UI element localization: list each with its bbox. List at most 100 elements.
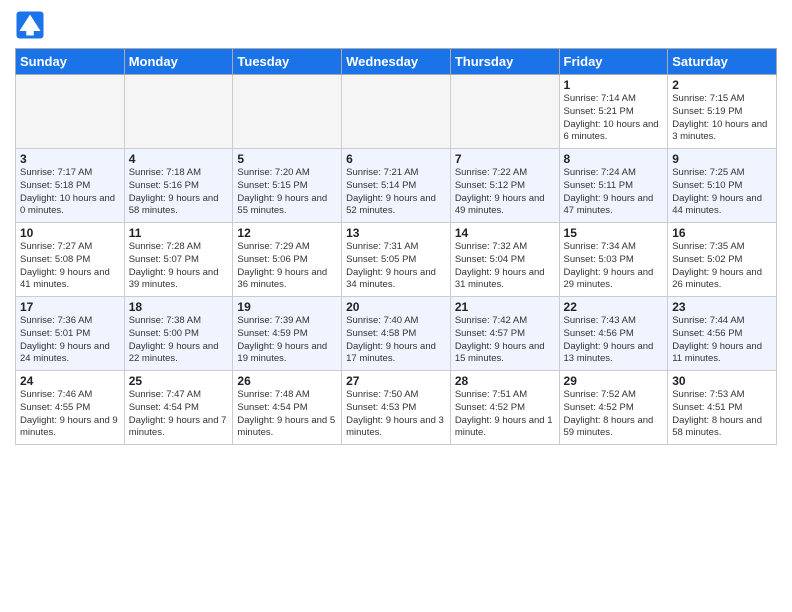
day-number: 26 xyxy=(237,374,337,388)
day-number: 23 xyxy=(672,300,772,314)
calendar-cell: 22Sunrise: 7:43 AM Sunset: 4:56 PM Dayli… xyxy=(559,297,668,371)
calendar-cell xyxy=(124,75,233,149)
header xyxy=(15,10,777,40)
day-number: 8 xyxy=(564,152,664,166)
day-info: Sunrise: 7:34 AM Sunset: 5:03 PM Dayligh… xyxy=(564,241,664,292)
day-info: Sunrise: 7:18 AM Sunset: 5:16 PM Dayligh… xyxy=(129,167,229,218)
calendar-header-thursday: Thursday xyxy=(450,49,559,75)
calendar-week-row: 1Sunrise: 7:14 AM Sunset: 5:21 PM Daylig… xyxy=(16,75,777,149)
day-info: Sunrise: 7:47 AM Sunset: 4:54 PM Dayligh… xyxy=(129,389,229,440)
calendar-cell: 4Sunrise: 7:18 AM Sunset: 5:16 PM Daylig… xyxy=(124,149,233,223)
day-number: 25 xyxy=(129,374,229,388)
calendar-header-friday: Friday xyxy=(559,49,668,75)
calendar-week-row: 24Sunrise: 7:46 AM Sunset: 4:55 PM Dayli… xyxy=(16,371,777,445)
day-number: 16 xyxy=(672,226,772,240)
calendar-header-saturday: Saturday xyxy=(668,49,777,75)
day-number: 6 xyxy=(346,152,446,166)
day-info: Sunrise: 7:31 AM Sunset: 5:05 PM Dayligh… xyxy=(346,241,446,292)
calendar-cell: 8Sunrise: 7:24 AM Sunset: 5:11 PM Daylig… xyxy=(559,149,668,223)
day-info: Sunrise: 7:53 AM Sunset: 4:51 PM Dayligh… xyxy=(672,389,772,440)
day-number: 2 xyxy=(672,78,772,92)
day-number: 21 xyxy=(455,300,555,314)
calendar-cell: 28Sunrise: 7:51 AM Sunset: 4:52 PM Dayli… xyxy=(450,371,559,445)
calendar-cell: 18Sunrise: 7:38 AM Sunset: 5:00 PM Dayli… xyxy=(124,297,233,371)
day-number: 4 xyxy=(129,152,229,166)
calendar-cell: 23Sunrise: 7:44 AM Sunset: 4:56 PM Dayli… xyxy=(668,297,777,371)
calendar-cell: 2Sunrise: 7:15 AM Sunset: 5:19 PM Daylig… xyxy=(668,75,777,149)
day-info: Sunrise: 7:44 AM Sunset: 4:56 PM Dayligh… xyxy=(672,315,772,366)
day-info: Sunrise: 7:20 AM Sunset: 5:15 PM Dayligh… xyxy=(237,167,337,218)
day-number: 17 xyxy=(20,300,120,314)
calendar-cell: 11Sunrise: 7:28 AM Sunset: 5:07 PM Dayli… xyxy=(124,223,233,297)
day-number: 29 xyxy=(564,374,664,388)
calendar-cell: 16Sunrise: 7:35 AM Sunset: 5:02 PM Dayli… xyxy=(668,223,777,297)
day-number: 20 xyxy=(346,300,446,314)
calendar-week-row: 3Sunrise: 7:17 AM Sunset: 5:18 PM Daylig… xyxy=(16,149,777,223)
calendar-cell: 17Sunrise: 7:36 AM Sunset: 5:01 PM Dayli… xyxy=(16,297,125,371)
calendar-cell: 9Sunrise: 7:25 AM Sunset: 5:10 PM Daylig… xyxy=(668,149,777,223)
day-info: Sunrise: 7:24 AM Sunset: 5:11 PM Dayligh… xyxy=(564,167,664,218)
calendar-cell: 13Sunrise: 7:31 AM Sunset: 5:05 PM Dayli… xyxy=(342,223,451,297)
calendar-cell: 5Sunrise: 7:20 AM Sunset: 5:15 PM Daylig… xyxy=(233,149,342,223)
calendar-header-monday: Monday xyxy=(124,49,233,75)
calendar-cell: 3Sunrise: 7:17 AM Sunset: 5:18 PM Daylig… xyxy=(16,149,125,223)
day-number: 28 xyxy=(455,374,555,388)
day-info: Sunrise: 7:17 AM Sunset: 5:18 PM Dayligh… xyxy=(20,167,120,218)
calendar-cell xyxy=(16,75,125,149)
day-number: 3 xyxy=(20,152,120,166)
day-info: Sunrise: 7:28 AM Sunset: 5:07 PM Dayligh… xyxy=(129,241,229,292)
calendar-week-row: 17Sunrise: 7:36 AM Sunset: 5:01 PM Dayli… xyxy=(16,297,777,371)
day-info: Sunrise: 7:32 AM Sunset: 5:04 PM Dayligh… xyxy=(455,241,555,292)
calendar-cell xyxy=(450,75,559,149)
day-info: Sunrise: 7:29 AM Sunset: 5:06 PM Dayligh… xyxy=(237,241,337,292)
day-info: Sunrise: 7:22 AM Sunset: 5:12 PM Dayligh… xyxy=(455,167,555,218)
calendar-cell: 1Sunrise: 7:14 AM Sunset: 5:21 PM Daylig… xyxy=(559,75,668,149)
day-number: 18 xyxy=(129,300,229,314)
day-number: 11 xyxy=(129,226,229,240)
calendar-cell: 7Sunrise: 7:22 AM Sunset: 5:12 PM Daylig… xyxy=(450,149,559,223)
calendar-cell: 20Sunrise: 7:40 AM Sunset: 4:58 PM Dayli… xyxy=(342,297,451,371)
day-info: Sunrise: 7:43 AM Sunset: 4:56 PM Dayligh… xyxy=(564,315,664,366)
calendar-header-row: SundayMondayTuesdayWednesdayThursdayFrid… xyxy=(16,49,777,75)
calendar-cell: 19Sunrise: 7:39 AM Sunset: 4:59 PM Dayli… xyxy=(233,297,342,371)
day-info: Sunrise: 7:27 AM Sunset: 5:08 PM Dayligh… xyxy=(20,241,120,292)
day-number: 27 xyxy=(346,374,446,388)
day-info: Sunrise: 7:14 AM Sunset: 5:21 PM Dayligh… xyxy=(564,93,664,144)
day-number: 22 xyxy=(564,300,664,314)
calendar-cell: 26Sunrise: 7:48 AM Sunset: 4:54 PM Dayli… xyxy=(233,371,342,445)
day-info: Sunrise: 7:38 AM Sunset: 5:00 PM Dayligh… xyxy=(129,315,229,366)
calendar-cell xyxy=(233,75,342,149)
logo xyxy=(15,10,47,40)
calendar-cell: 29Sunrise: 7:52 AM Sunset: 4:52 PM Dayli… xyxy=(559,371,668,445)
day-number: 19 xyxy=(237,300,337,314)
day-info: Sunrise: 7:36 AM Sunset: 5:01 PM Dayligh… xyxy=(20,315,120,366)
calendar-table: SundayMondayTuesdayWednesdayThursdayFrid… xyxy=(15,48,777,445)
calendar-week-row: 10Sunrise: 7:27 AM Sunset: 5:08 PM Dayli… xyxy=(16,223,777,297)
day-number: 14 xyxy=(455,226,555,240)
day-number: 10 xyxy=(20,226,120,240)
calendar-cell xyxy=(342,75,451,149)
page-container: SundayMondayTuesdayWednesdayThursdayFrid… xyxy=(0,0,792,450)
day-number: 15 xyxy=(564,226,664,240)
day-number: 30 xyxy=(672,374,772,388)
calendar-cell: 12Sunrise: 7:29 AM Sunset: 5:06 PM Dayli… xyxy=(233,223,342,297)
day-info: Sunrise: 7:40 AM Sunset: 4:58 PM Dayligh… xyxy=(346,315,446,366)
calendar-cell: 15Sunrise: 7:34 AM Sunset: 5:03 PM Dayli… xyxy=(559,223,668,297)
day-info: Sunrise: 7:46 AM Sunset: 4:55 PM Dayligh… xyxy=(20,389,120,440)
day-number: 1 xyxy=(564,78,664,92)
day-info: Sunrise: 7:50 AM Sunset: 4:53 PM Dayligh… xyxy=(346,389,446,440)
day-number: 24 xyxy=(20,374,120,388)
calendar-cell: 30Sunrise: 7:53 AM Sunset: 4:51 PM Dayli… xyxy=(668,371,777,445)
day-info: Sunrise: 7:15 AM Sunset: 5:19 PM Dayligh… xyxy=(672,93,772,144)
calendar-cell: 21Sunrise: 7:42 AM Sunset: 4:57 PM Dayli… xyxy=(450,297,559,371)
calendar-cell: 6Sunrise: 7:21 AM Sunset: 5:14 PM Daylig… xyxy=(342,149,451,223)
calendar-cell: 27Sunrise: 7:50 AM Sunset: 4:53 PM Dayli… xyxy=(342,371,451,445)
day-number: 7 xyxy=(455,152,555,166)
day-info: Sunrise: 7:42 AM Sunset: 4:57 PM Dayligh… xyxy=(455,315,555,366)
day-info: Sunrise: 7:39 AM Sunset: 4:59 PM Dayligh… xyxy=(237,315,337,366)
day-info: Sunrise: 7:35 AM Sunset: 5:02 PM Dayligh… xyxy=(672,241,772,292)
day-info: Sunrise: 7:52 AM Sunset: 4:52 PM Dayligh… xyxy=(564,389,664,440)
calendar-header-tuesday: Tuesday xyxy=(233,49,342,75)
day-info: Sunrise: 7:21 AM Sunset: 5:14 PM Dayligh… xyxy=(346,167,446,218)
calendar-cell: 24Sunrise: 7:46 AM Sunset: 4:55 PM Dayli… xyxy=(16,371,125,445)
